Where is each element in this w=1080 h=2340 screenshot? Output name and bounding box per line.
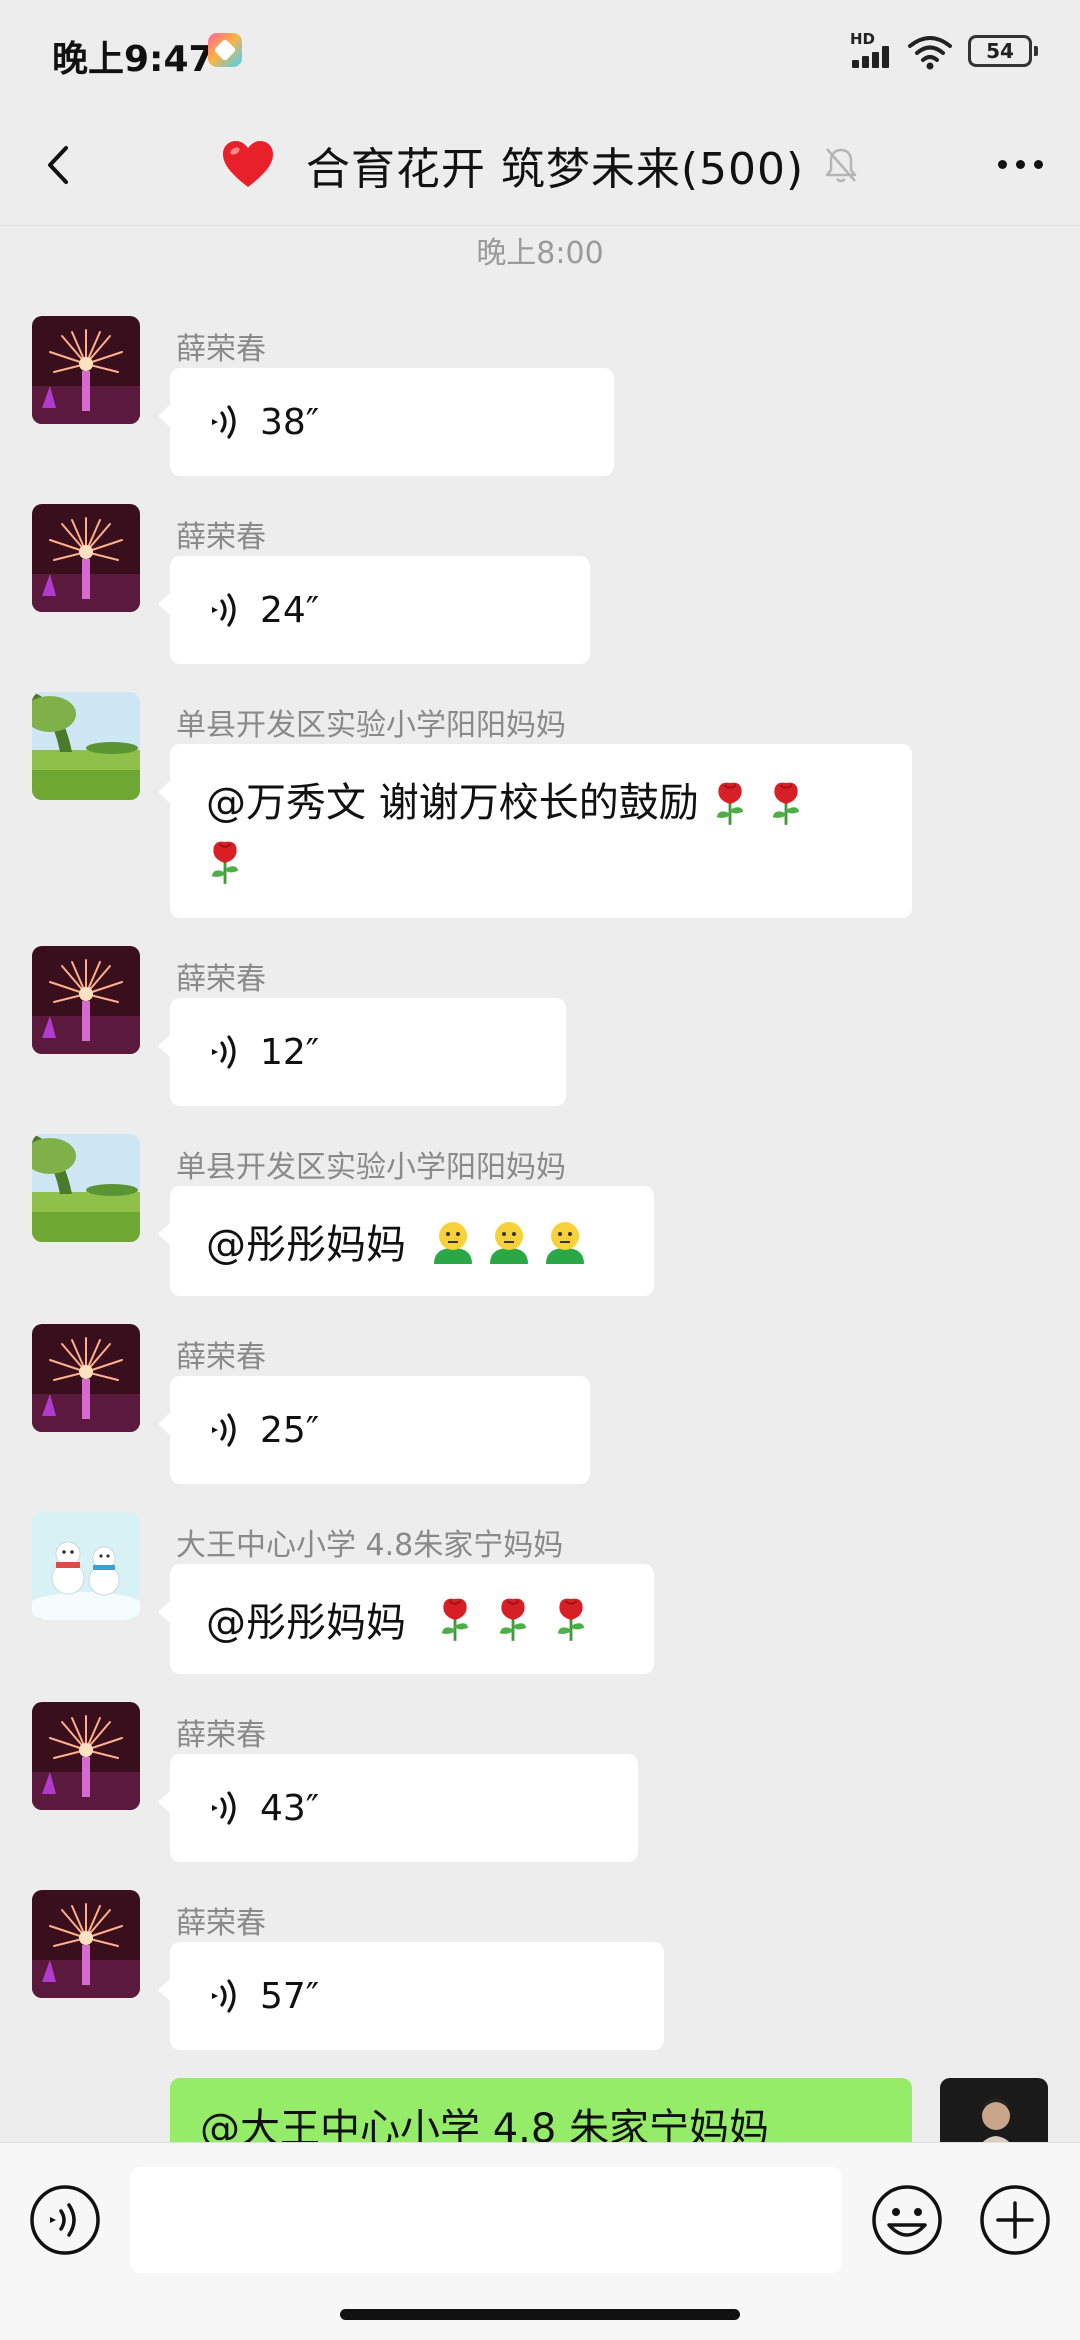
text-message-bubble[interactable]: @万秀文 谢谢万校长的鼓励 bbox=[158, 744, 912, 918]
heart-icon bbox=[222, 141, 273, 187]
voice-message-bubble[interactable]: 25″ bbox=[158, 1376, 590, 1484]
rose-icon bbox=[494, 1594, 532, 1644]
sender-name: 薛荣春 bbox=[176, 520, 266, 555]
status-bar: 晚上9:47 HD 54 bbox=[0, 0, 1080, 104]
voice-message-bubble[interactable]: 24″ bbox=[158, 556, 590, 664]
voice-duration: 24″ bbox=[260, 589, 320, 631]
sender-name: 薛荣春 bbox=[176, 1340, 266, 1375]
message-text: @彤彤妈妈 bbox=[206, 1222, 406, 1268]
avatar[interactable] bbox=[32, 1512, 140, 1620]
rose-icon bbox=[711, 778, 749, 828]
wifi-icon bbox=[908, 36, 952, 70]
rose-icon bbox=[206, 837, 244, 887]
voice-wave-icon bbox=[206, 1410, 242, 1450]
avatar[interactable] bbox=[32, 1134, 140, 1242]
sender-name: 薛荣春 bbox=[176, 962, 266, 997]
voice-duration: 12″ bbox=[260, 1031, 320, 1073]
message-text: @万秀文 谢谢万校长的鼓励 bbox=[206, 780, 699, 826]
avatar[interactable] bbox=[32, 692, 140, 800]
status-time: 晚上9:47 bbox=[52, 39, 214, 80]
voice-duration: 38″ bbox=[260, 401, 320, 443]
voice-message-bubble[interactable]: 57″ bbox=[158, 1942, 664, 2050]
sender-name: 薛荣春 bbox=[176, 1718, 266, 1753]
signal-icon bbox=[852, 46, 898, 68]
plus-icon[interactable] bbox=[978, 2183, 1052, 2257]
message-input[interactable] bbox=[130, 2167, 842, 2273]
avatar[interactable] bbox=[32, 316, 140, 424]
voice-duration: 57″ bbox=[260, 1975, 320, 2017]
voice-duration: 43″ bbox=[260, 1787, 320, 1829]
voice-wave-icon bbox=[206, 1032, 242, 1072]
avatar[interactable] bbox=[32, 1324, 140, 1432]
emoji-icon[interactable] bbox=[870, 2183, 944, 2257]
voice-message-bubble[interactable]: 43″ bbox=[158, 1754, 638, 1862]
text-message-bubble[interactable]: @彤彤妈妈 bbox=[158, 1186, 654, 1296]
sender-name: 单县开发区实验小学阳阳妈妈 bbox=[176, 708, 566, 743]
more-icon[interactable] bbox=[990, 142, 1050, 188]
smiley-person-icon bbox=[484, 1216, 534, 1266]
sender-name: 薛荣春 bbox=[176, 1906, 266, 1941]
voice-message-bubble[interactable]: 38″ bbox=[158, 368, 614, 476]
voice-wave-icon bbox=[206, 1976, 242, 2016]
avatar[interactable] bbox=[32, 1890, 140, 1998]
mute-bell-icon bbox=[825, 148, 857, 183]
battery-icon: 54 bbox=[968, 35, 1038, 67]
app-badge-icon bbox=[208, 33, 242, 67]
rose-icon bbox=[552, 1594, 590, 1644]
avatar[interactable] bbox=[32, 504, 140, 612]
voice-message-bubble[interactable]: 12″ bbox=[158, 998, 566, 1106]
rose-icon bbox=[436, 1594, 474, 1644]
chat-title-text: 合育花开 筑梦未来(500) bbox=[305, 144, 805, 195]
avatar[interactable] bbox=[32, 1702, 140, 1810]
home-indicator[interactable] bbox=[340, 2309, 740, 2320]
message-text: @彤彤妈妈 bbox=[206, 1600, 406, 1646]
voice-toggle-icon[interactable] bbox=[28, 2183, 102, 2257]
sender-name: 薛荣春 bbox=[176, 332, 266, 367]
rose-icon bbox=[767, 778, 805, 828]
smiley-person-icon bbox=[540, 1216, 590, 1266]
voice-wave-icon bbox=[206, 1788, 242, 1828]
smiley-person-icon bbox=[428, 1216, 478, 1266]
voice-wave-icon bbox=[206, 402, 242, 442]
voice-wave-icon bbox=[206, 590, 242, 630]
avatar[interactable] bbox=[32, 946, 140, 1054]
text-message-bubble[interactable]: @彤彤妈妈 bbox=[158, 1564, 654, 1674]
voice-duration: 25″ bbox=[260, 1409, 320, 1451]
chat-title: 合育花开 筑梦未来(500) bbox=[0, 132, 1080, 198]
chat-header: 合育花开 筑梦未来(500) bbox=[0, 104, 1080, 226]
sender-name: 大王中心小学 4.8朱家宁妈妈 bbox=[176, 1528, 564, 1563]
chat-timestamp: 晚上8:00 bbox=[476, 236, 604, 271]
sender-name: 单县开发区实验小学阳阳妈妈 bbox=[176, 1150, 566, 1185]
